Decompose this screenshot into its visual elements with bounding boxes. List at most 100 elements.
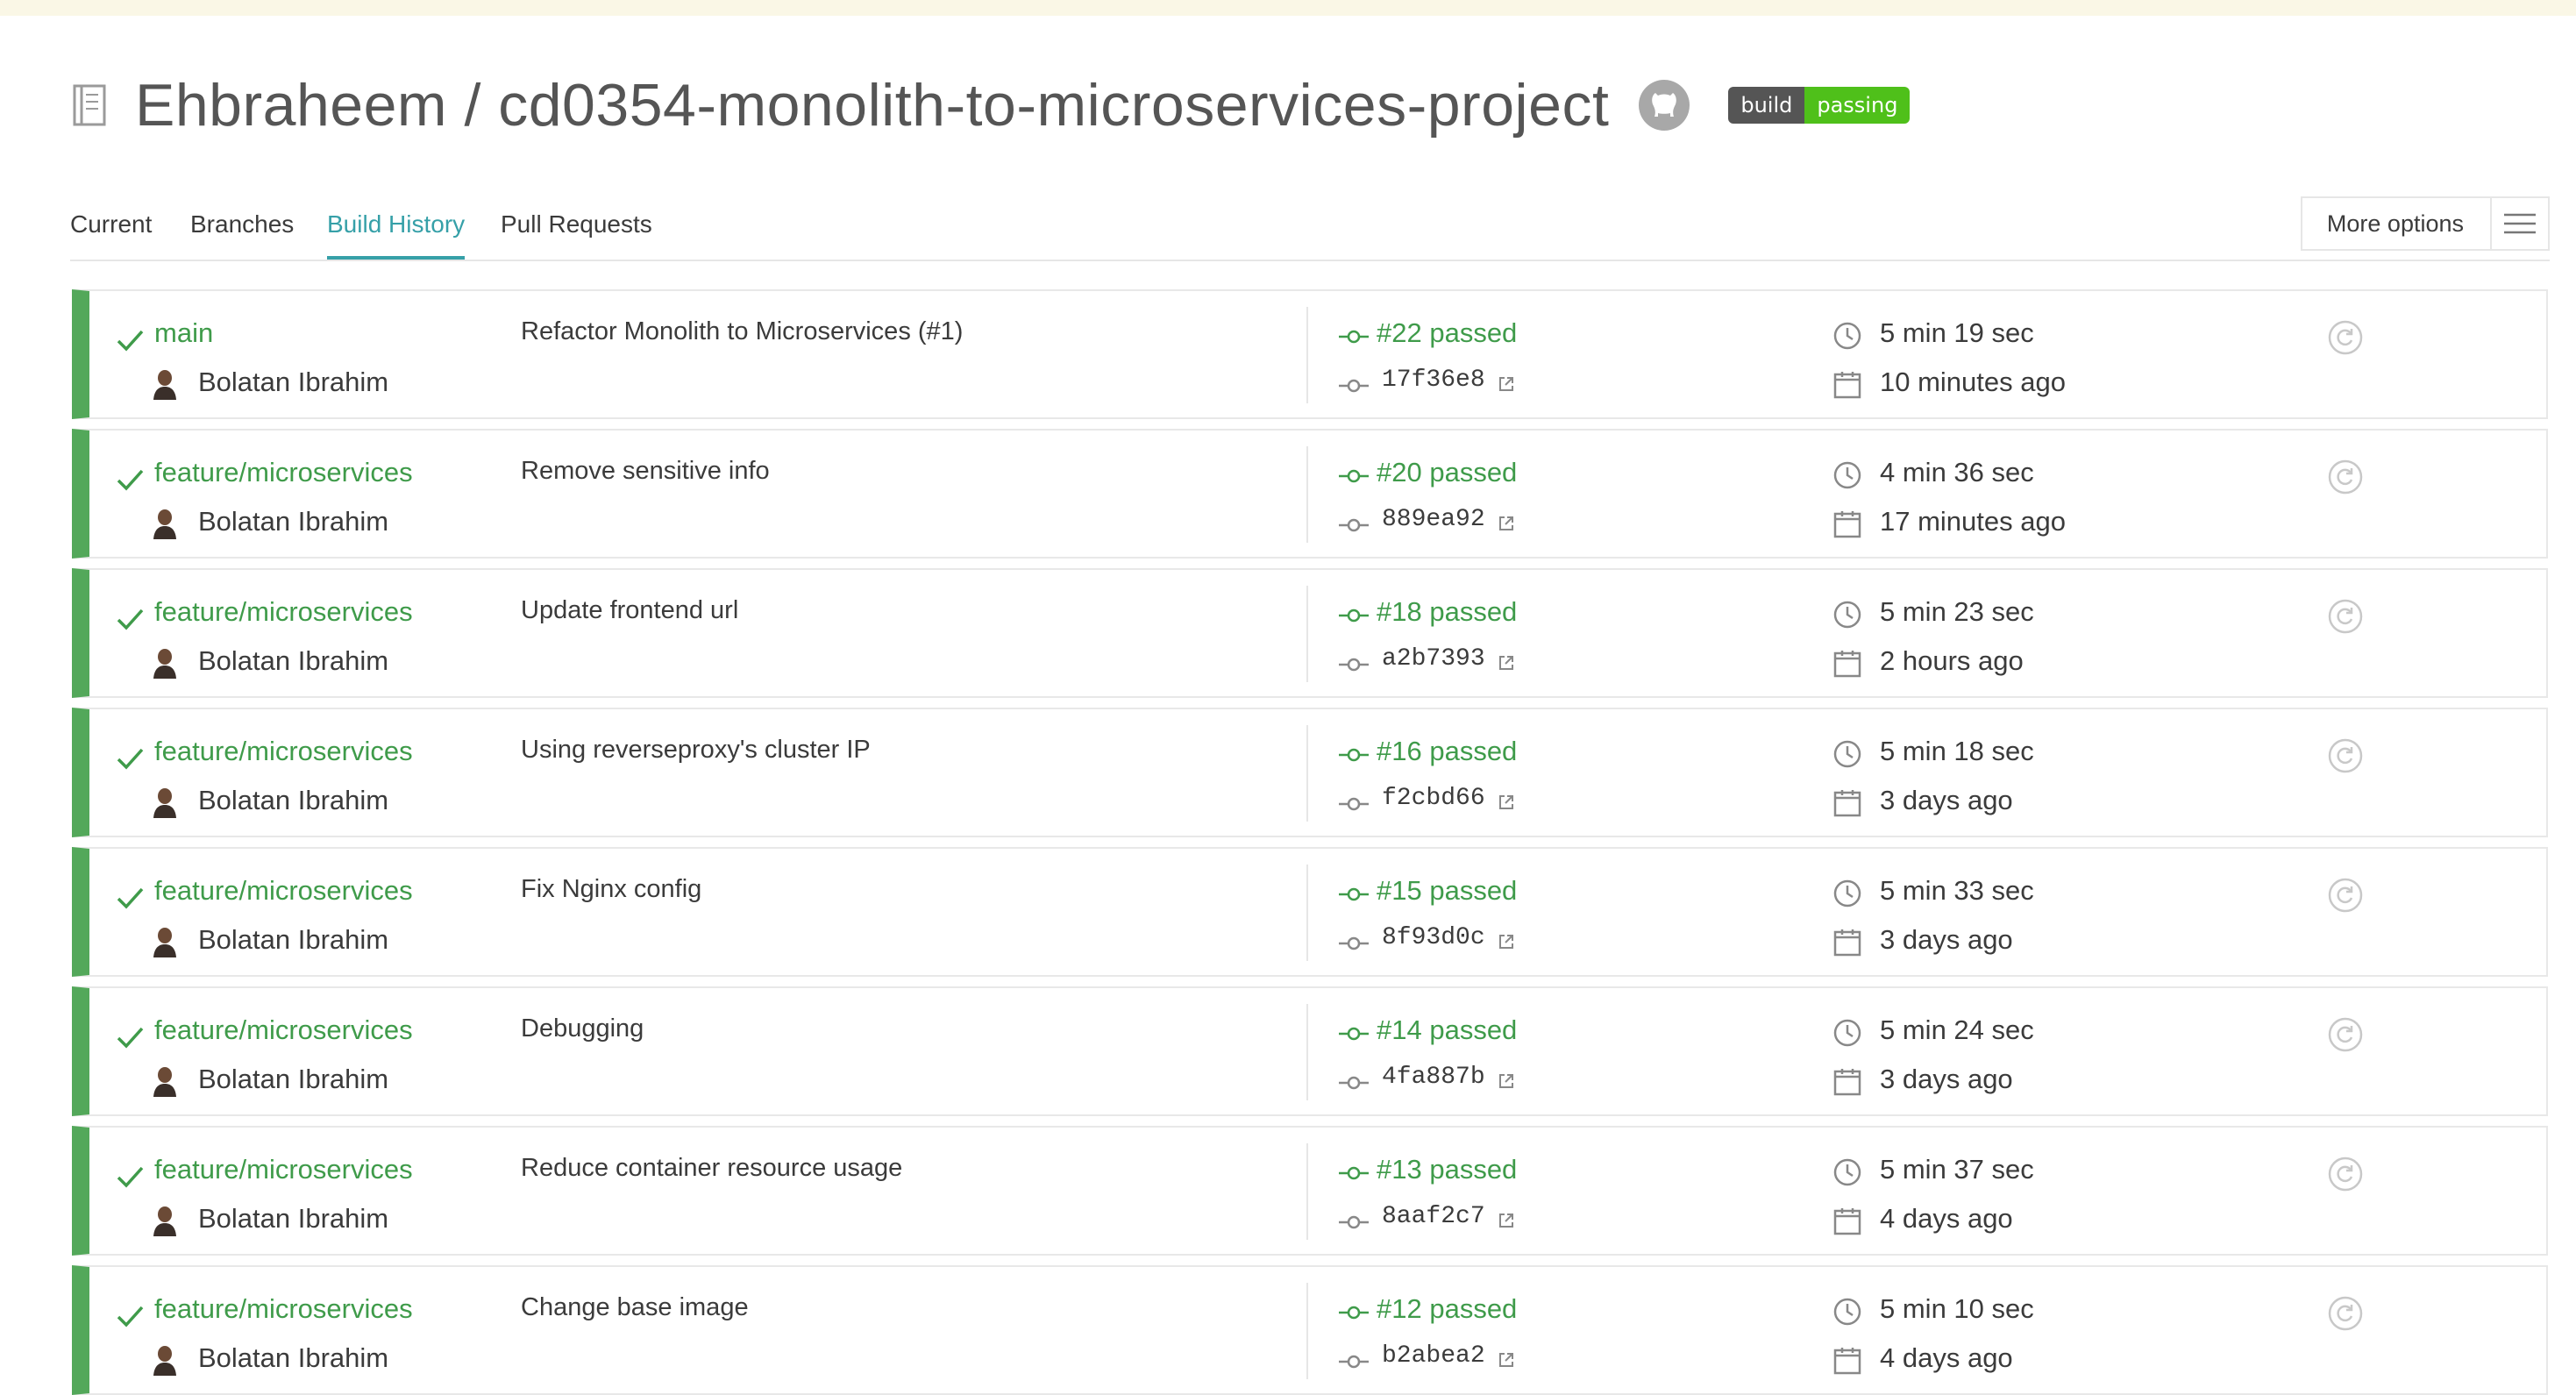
build-number-link[interactable]: #12 passed: [1377, 1293, 1517, 1325]
branch-link[interactable]: feature/microservices: [154, 457, 413, 488]
commit-icon: [1338, 1074, 1370, 1092]
avatar: [151, 786, 179, 818]
repo-tabs: Current Branches Build History Pull Requ…: [70, 195, 2550, 261]
restart-build-icon[interactable]: [2327, 1016, 2364, 1053]
check-icon: [114, 1300, 146, 1332]
build-row[interactable]: feature/microservices Bolatan Ibrahim Up…: [72, 568, 2548, 698]
commit-icon: [1338, 516, 1370, 534]
commit-sha-link[interactable]: b2abea2: [1382, 1342, 1485, 1370]
commit-node-icon: [1338, 607, 1370, 624]
external-link-icon[interactable]: [1498, 375, 1515, 393]
restart-build-icon[interactable]: [2327, 737, 2364, 774]
clock-icon: [1832, 321, 1862, 351]
clock-icon: [1832, 1018, 1862, 1048]
restart-build-icon[interactable]: [2327, 319, 2364, 356]
build-finished-time: 17 minutes ago: [1880, 506, 2066, 537]
build-row[interactable]: feature/microservices Bolatan Ibrahim Us…: [72, 708, 2548, 837]
external-link-icon[interactable]: [1498, 1212, 1515, 1229]
branch-link[interactable]: feature/microservices: [154, 1154, 413, 1185]
build-duration: 5 min 24 sec: [1880, 1014, 2034, 1045]
build-number-link[interactable]: #13 passed: [1377, 1154, 1517, 1185]
check-icon: [114, 743, 146, 774]
build-finished-time: 4 days ago: [1880, 1342, 2013, 1373]
avatar: [151, 368, 179, 400]
build-row[interactable]: main Bolatan Ibrahim Refactor Monolith t…: [72, 289, 2548, 419]
commit-sha-link[interactable]: f2cbd66: [1382, 785, 1485, 812]
commit-sha-link[interactable]: 8aaf2c7: [1382, 1203, 1485, 1230]
commit-icon: [1338, 935, 1370, 952]
build-duration: 5 min 23 sec: [1880, 596, 2034, 627]
build-row[interactable]: feature/microservices Bolatan Ibrahim Ch…: [72, 1265, 2548, 1395]
build-row[interactable]: feature/microservices Bolatan Ibrahim De…: [72, 986, 2548, 1116]
commit-author: Bolatan Ibrahim: [198, 924, 389, 955]
clock-icon: [1832, 879, 1862, 908]
restart-build-icon[interactable]: [2327, 1295, 2364, 1332]
calendar-icon: [1832, 1067, 1862, 1097]
external-link-icon[interactable]: [1498, 794, 1515, 811]
branch-link[interactable]: feature/microservices: [154, 1293, 413, 1325]
commit-message: Fix Nginx config: [521, 875, 702, 903]
build-number-link[interactable]: #14 passed: [1377, 1014, 1517, 1046]
row-divider: [1306, 307, 1308, 403]
row-divider: [1306, 725, 1308, 822]
external-link-icon[interactable]: [1498, 933, 1515, 950]
build-row[interactable]: feature/microservices Bolatan Ibrahim Re…: [72, 1126, 2548, 1256]
commit-author: Bolatan Ibrahim: [198, 1203, 389, 1234]
commit-sha-link[interactable]: 17f36e8: [1382, 367, 1485, 394]
build-number-link[interactable]: #20 passed: [1377, 457, 1517, 488]
commit-icon: [1338, 656, 1370, 673]
repo-book-icon: [70, 81, 112, 130]
branch-link[interactable]: feature/microservices: [154, 596, 413, 628]
build-number-link[interactable]: #22 passed: [1377, 317, 1517, 349]
build-finished-time: 4 days ago: [1880, 1203, 2013, 1234]
avatar: [151, 508, 179, 539]
more-options-button[interactable]: More options: [2300, 196, 2550, 251]
commit-node-icon: [1338, 1164, 1370, 1182]
avatar: [151, 1344, 179, 1376]
build-row[interactable]: feature/microservices Bolatan Ibrahim Fi…: [72, 847, 2548, 977]
external-link-icon[interactable]: [1498, 1072, 1515, 1090]
branch-link[interactable]: feature/microservices: [154, 736, 413, 767]
branch-link[interactable]: main: [154, 317, 213, 349]
tab-current[interactable]: Current: [70, 210, 152, 256]
build-row[interactable]: feature/microservices Bolatan Ibrahim Re…: [72, 429, 2548, 559]
restart-build-icon[interactable]: [2327, 877, 2364, 914]
check-icon: [114, 882, 146, 914]
tab-pull-requests[interactable]: Pull Requests: [501, 210, 652, 256]
commit-message: Reduce container resource usage: [521, 1154, 903, 1182]
build-status-badge[interactable]: build passing: [1728, 87, 1911, 124]
commit-sha-link[interactable]: 4fa887b: [1382, 1064, 1485, 1091]
branch-link[interactable]: feature/microservices: [154, 1014, 413, 1046]
commit-sha-link[interactable]: 889ea92: [1382, 506, 1485, 533]
build-number-link[interactable]: #16 passed: [1377, 736, 1517, 767]
external-link-icon[interactable]: [1498, 1351, 1515, 1369]
tab-build-history[interactable]: Build History: [327, 210, 466, 260]
build-number-link[interactable]: #15 passed: [1377, 875, 1517, 907]
commit-author: Bolatan Ibrahim: [198, 367, 389, 397]
row-divider: [1306, 1283, 1308, 1379]
external-link-icon[interactable]: [1498, 515, 1515, 532]
calendar-icon: [1832, 649, 1862, 679]
github-icon[interactable]: [1637, 78, 1691, 132]
build-number-link[interactable]: #18 passed: [1377, 596, 1517, 628]
calendar-icon: [1832, 509, 1862, 539]
row-divider: [1306, 586, 1308, 682]
restart-build-icon[interactable]: [2327, 1156, 2364, 1192]
badge-status: passing: [1804, 87, 1911, 124]
avatar: [151, 1065, 179, 1097]
check-icon: [114, 1021, 146, 1053]
avatar: [151, 926, 179, 957]
branch-link[interactable]: feature/microservices: [154, 875, 413, 907]
commit-message: Using reverseproxy's cluster IP: [521, 736, 871, 764]
external-link-icon[interactable]: [1498, 654, 1515, 672]
calendar-icon: [1832, 370, 1862, 400]
tab-branches[interactable]: Branches: [190, 210, 294, 256]
commit-sha-link[interactable]: 8f93d0c: [1382, 924, 1485, 951]
calendar-icon: [1832, 928, 1862, 957]
commit-sha-link[interactable]: a2b7393: [1382, 645, 1485, 673]
row-divider: [1306, 865, 1308, 961]
build-duration: 5 min 33 sec: [1880, 875, 2034, 906]
commit-author: Bolatan Ibrahim: [198, 1342, 389, 1373]
restart-build-icon[interactable]: [2327, 598, 2364, 635]
restart-build-icon[interactable]: [2327, 459, 2364, 495]
